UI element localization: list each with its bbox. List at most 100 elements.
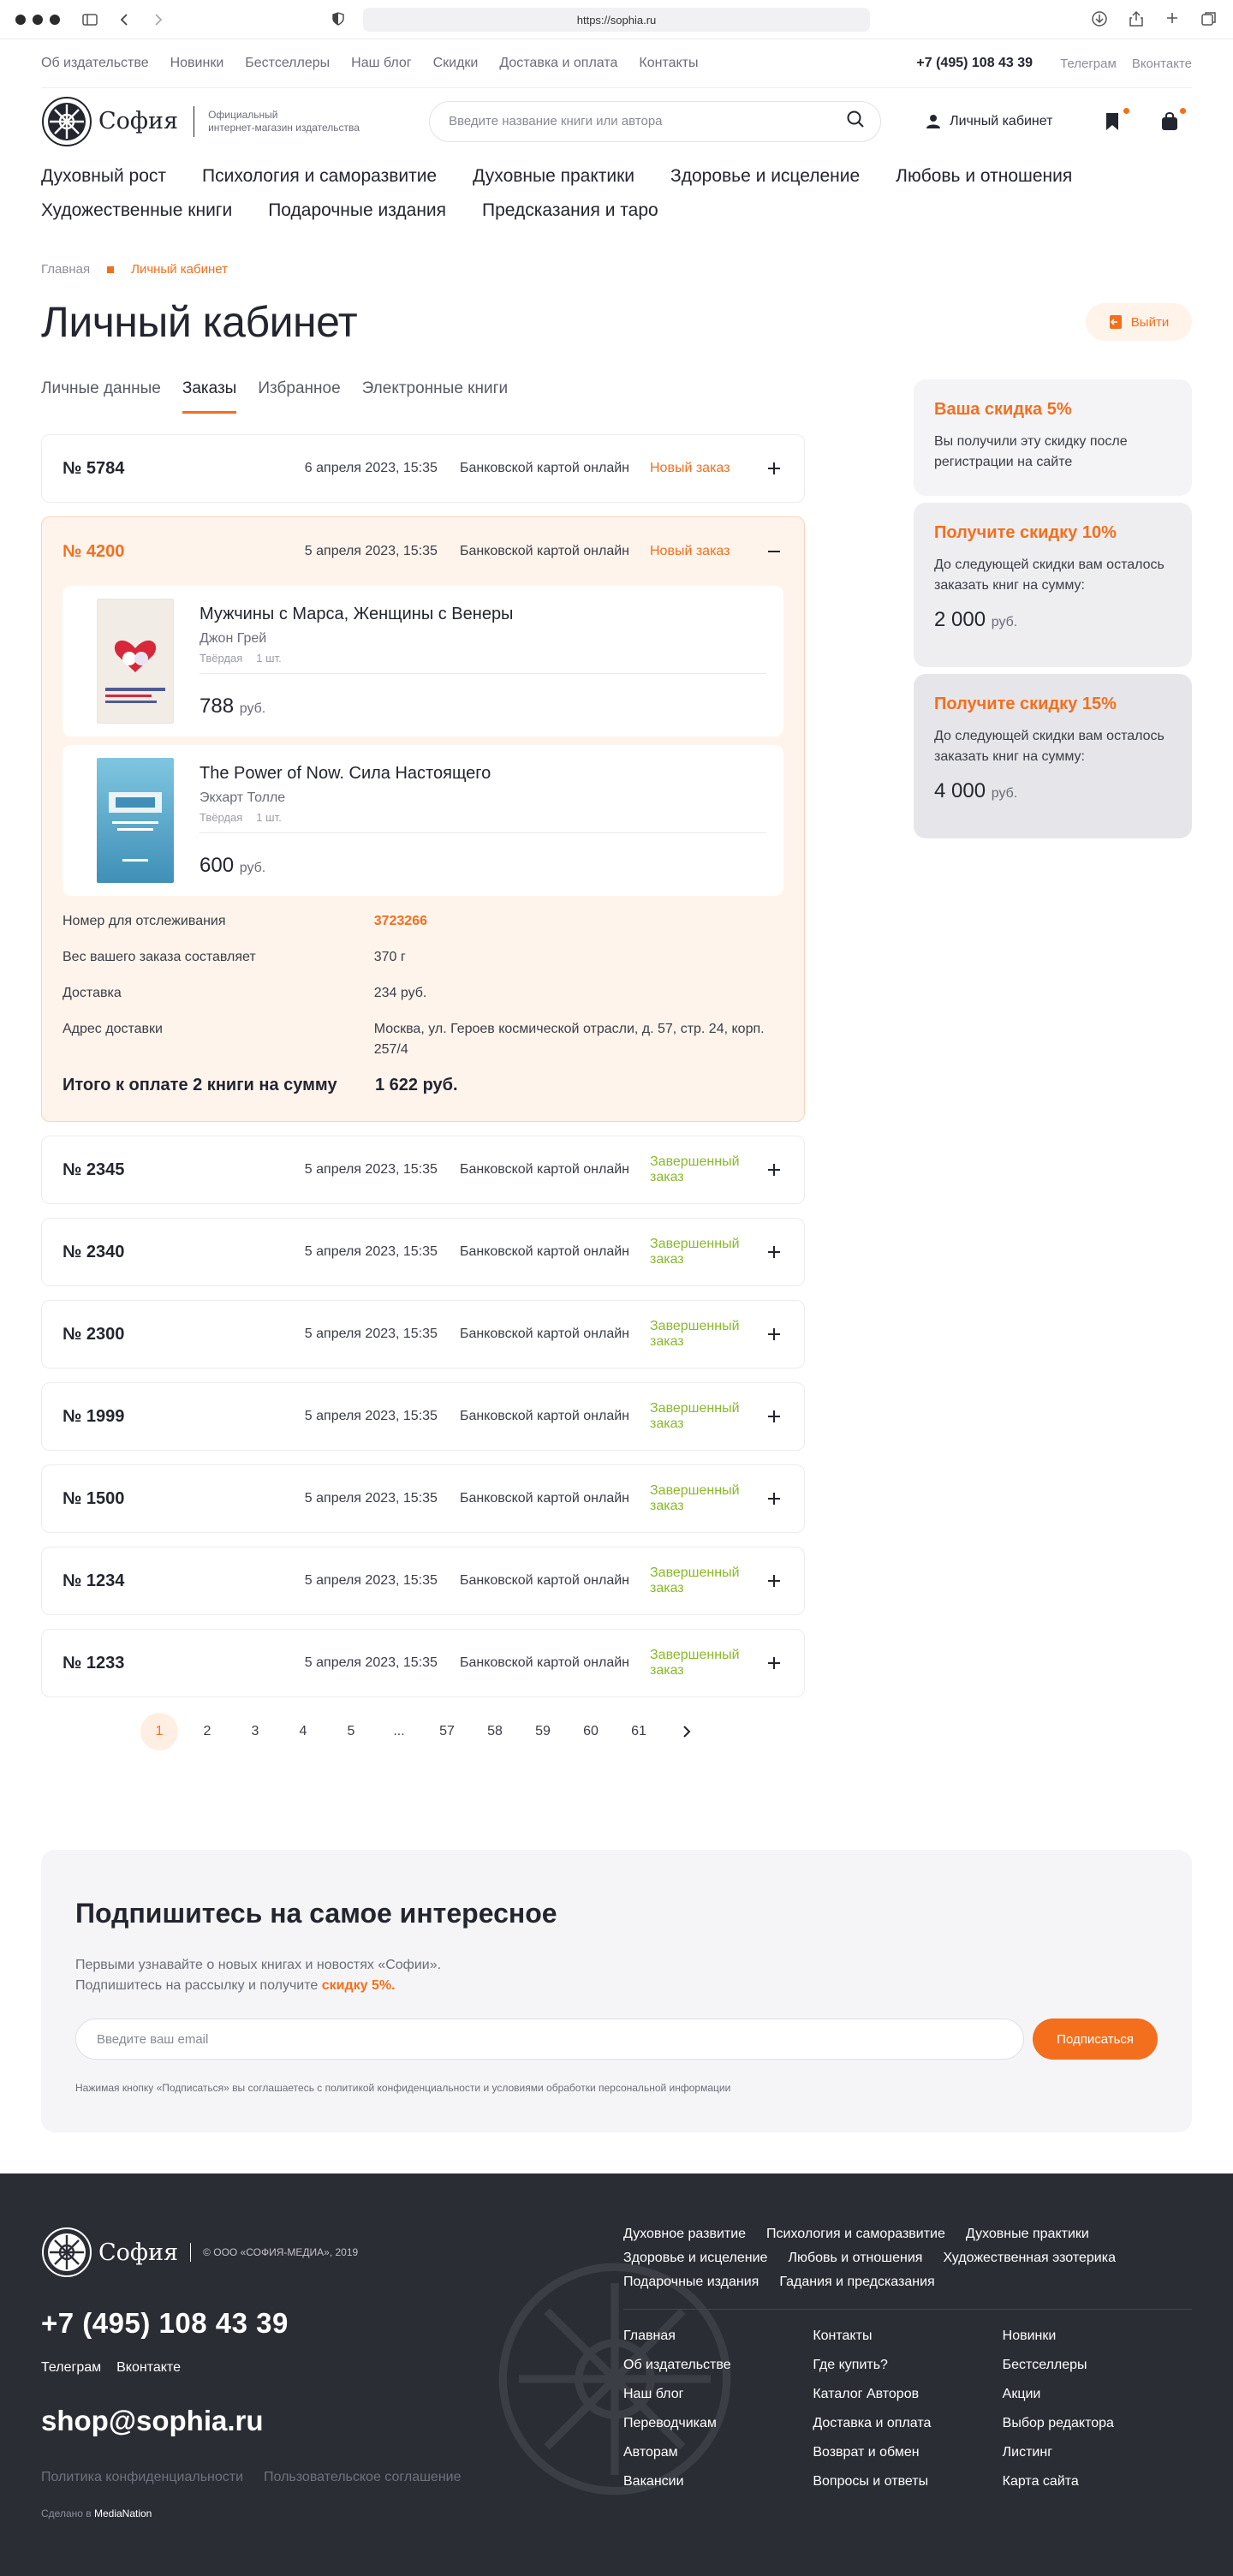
footer-link[interactable]: Каталог Авторов bbox=[813, 2387, 1002, 2402]
next-page-icon[interactable] bbox=[668, 1713, 706, 1750]
footer-link[interactable]: Доставка и оплата bbox=[813, 2416, 1002, 2431]
category-health[interactable]: Здоровье и исцеление bbox=[670, 163, 860, 190]
tab-orders[interactable]: Заказы bbox=[182, 379, 237, 414]
order-row[interactable]: № 2345 5 апреля 2023, 15:35 Банковской к… bbox=[41, 1136, 805, 1204]
page-3[interactable]: 3 bbox=[236, 1713, 274, 1750]
category-fiction[interactable]: Художественные книги bbox=[41, 197, 232, 224]
breadcrumb-home[interactable]: Главная bbox=[41, 262, 90, 277]
footer-link[interactable]: Где купить? bbox=[813, 2358, 1002, 2373]
back-icon[interactable] bbox=[116, 12, 132, 27]
footer-link[interactable]: Вопросы и ответы bbox=[813, 2474, 1002, 2490]
order-row[interactable]: № 5784 6 апреля 2023, 15:35 Банковской к… bbox=[41, 434, 805, 503]
share-icon[interactable] bbox=[1129, 10, 1144, 32]
footer-link[interactable]: Переводчикам bbox=[623, 2416, 813, 2431]
category-psychology[interactable]: Психология и саморазвитие bbox=[202, 163, 437, 190]
footer-link[interactable]: Возврат и обмен bbox=[813, 2445, 1002, 2460]
page-4[interactable]: 4 bbox=[284, 1713, 322, 1750]
tabs-overview-icon[interactable] bbox=[1200, 10, 1218, 32]
footer-telegram-link[interactable]: Телеграм bbox=[41, 2360, 101, 2376]
address-bar[interactable]: https://sophia.ru bbox=[363, 8, 870, 32]
order-row[interactable]: № 2300 5 апреля 2023, 15:35 Банковской к… bbox=[41, 1300, 805, 1368]
top-link-new[interactable]: Новинки bbox=[170, 56, 224, 71]
footer-link[interactable]: Авторам bbox=[623, 2445, 813, 2460]
category-spiritual-growth[interactable]: Духовный рост bbox=[41, 163, 166, 190]
privacy-policy-link[interactable]: Политика конфиденциальности bbox=[41, 2470, 243, 2485]
footer-category-link[interactable]: Художественная эзотерика bbox=[943, 2251, 1116, 2266]
book-title[interactable]: Мужчины с Марса, Женщины с Венеры bbox=[200, 605, 766, 624]
tracking-number-link[interactable]: 3723266 bbox=[374, 911, 783, 932]
made-by-agency[interactable]: MediaNation bbox=[94, 2507, 152, 2519]
footer-link[interactable]: Контакты bbox=[813, 2329, 1002, 2344]
footer-link[interactable]: Вакансии bbox=[623, 2474, 813, 2490]
footer-category-link[interactable]: Духовные практики bbox=[966, 2227, 1089, 2242]
cart-button[interactable] bbox=[1160, 107, 1187, 132]
footer-logo[interactable]: София © ООО «СОФИЯ-МЕДИА», 2019 bbox=[41, 2227, 623, 2278]
search-input[interactable] bbox=[449, 114, 826, 128]
download-icon[interactable] bbox=[1091, 10, 1108, 32]
top-link-contacts[interactable]: Контакты bbox=[639, 56, 698, 71]
order-row[interactable]: № 1500 5 апреля 2023, 15:35 Банковской к… bbox=[41, 1464, 805, 1533]
page-59[interactable]: 59 bbox=[524, 1713, 562, 1750]
privacy-shield-icon[interactable] bbox=[332, 12, 344, 30]
page-1[interactable]: 1 bbox=[140, 1713, 178, 1750]
site-logo[interactable]: София Официальный интернет-магазин издат… bbox=[41, 96, 379, 147]
footer-phone[interactable]: +7 (495) 108 43 39 bbox=[41, 2307, 623, 2340]
page-5[interactable]: 5 bbox=[332, 1713, 370, 1750]
sidebar-icon[interactable] bbox=[82, 12, 98, 27]
window-controls[interactable] bbox=[15, 14, 60, 25]
expand-icon[interactable] bbox=[765, 1654, 783, 1673]
order-row[interactable]: № 1234 5 апреля 2023, 15:35 Банковской к… bbox=[41, 1547, 805, 1615]
subscribe-button[interactable]: Подписаться bbox=[1033, 2018, 1158, 2060]
forward-icon[interactable] bbox=[151, 12, 166, 27]
page-2[interactable]: 2 bbox=[188, 1713, 226, 1750]
footer-vk-link[interactable]: Вконтакте bbox=[116, 2360, 181, 2376]
page-57[interactable]: 57 bbox=[428, 1713, 466, 1750]
top-link-discounts[interactable]: Скидки bbox=[433, 56, 479, 71]
page-60[interactable]: 60 bbox=[572, 1713, 610, 1750]
email-field[interactable] bbox=[97, 2031, 1004, 2047]
footer-link[interactable]: Новинки bbox=[1003, 2329, 1192, 2344]
footer-link[interactable]: Выбор редактора bbox=[1003, 2416, 1192, 2431]
header-phone[interactable]: +7 (495) 108 43 39 bbox=[916, 56, 1033, 71]
footer-link[interactable]: Листинг bbox=[1003, 2445, 1192, 2460]
footer-link[interactable]: Главная bbox=[623, 2329, 813, 2344]
book-title[interactable]: The Power of Now. Сила Настоящего bbox=[200, 764, 766, 784]
order-book-item[interactable]: The Power of Now. Сила Настоящего Экхарт… bbox=[63, 745, 783, 896]
footer-link[interactable]: Бестселлеры bbox=[1003, 2358, 1192, 2373]
favorites-button[interactable] bbox=[1104, 107, 1130, 132]
page-61[interactable]: 61 bbox=[620, 1713, 658, 1750]
top-link-delivery[interactable]: Доставка и оплата bbox=[499, 56, 617, 71]
expand-icon[interactable] bbox=[765, 459, 783, 478]
footer-category-link[interactable]: Здоровье и исцеление bbox=[623, 2251, 767, 2266]
category-practices[interactable]: Духовные практики bbox=[473, 163, 634, 190]
new-tab-icon[interactable] bbox=[1164, 10, 1180, 32]
expand-icon[interactable] bbox=[765, 1160, 783, 1179]
user-agreement-link[interactable]: Пользовательское соглашение bbox=[264, 2470, 461, 2485]
logout-button[interactable]: Выйти bbox=[1086, 303, 1192, 341]
top-link-bestsellers[interactable]: Бестселлеры bbox=[245, 56, 330, 71]
footer-category-link[interactable]: Духовное развитие bbox=[623, 2227, 746, 2242]
collapse-icon[interactable] bbox=[765, 542, 783, 561]
footer-category-link[interactable]: Гадания и предсказания bbox=[779, 2275, 934, 2290]
footer-category-link[interactable]: Психология и саморазвитие bbox=[766, 2227, 945, 2242]
expand-icon[interactable] bbox=[765, 1407, 783, 1426]
order-book-item[interactable]: Мужчины с Марса, Женщины с Венеры Джон Г… bbox=[63, 586, 783, 736]
footer-category-link[interactable]: Любовь и отношения bbox=[788, 2251, 922, 2266]
page-58[interactable]: 58 bbox=[476, 1713, 514, 1750]
expand-icon[interactable] bbox=[765, 1325, 783, 1344]
telegram-link[interactable]: Телеграм bbox=[1060, 57, 1117, 71]
footer-category-link[interactable]: Подарочные издания bbox=[623, 2275, 759, 2290]
category-love[interactable]: Любовь и отношения bbox=[896, 163, 1072, 190]
expand-icon[interactable] bbox=[765, 1571, 783, 1590]
footer-link[interactable]: Наш блог bbox=[623, 2387, 813, 2402]
tab-ebooks[interactable]: Электронные книги bbox=[362, 379, 509, 417]
expand-icon[interactable] bbox=[765, 1489, 783, 1508]
order-row[interactable]: № 2340 5 апреля 2023, 15:35 Банковской к… bbox=[41, 1218, 805, 1286]
category-gifts[interactable]: Подарочные издания bbox=[268, 197, 446, 224]
vk-link[interactable]: Вконтакте bbox=[1132, 57, 1192, 71]
footer-email[interactable]: shop@sophia.ru bbox=[41, 2405, 623, 2437]
category-tarot[interactable]: Предсказания и таро bbox=[482, 197, 658, 224]
top-link-blog[interactable]: Наш блог bbox=[351, 56, 411, 71]
search-icon[interactable] bbox=[846, 110, 865, 133]
expand-icon[interactable] bbox=[765, 1243, 783, 1261]
